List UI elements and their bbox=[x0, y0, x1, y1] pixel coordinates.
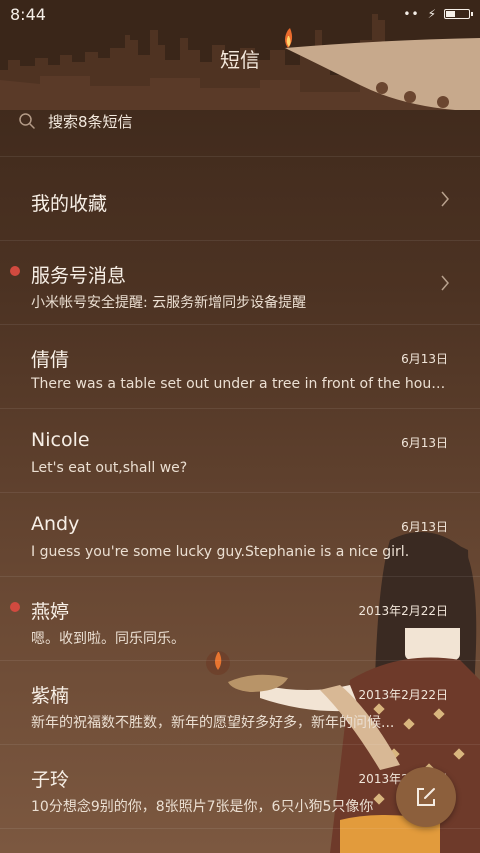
conversation-date: 2013年2月22日 bbox=[358, 604, 448, 618]
conversation-name: 倩倩 bbox=[31, 349, 70, 371]
search-icon bbox=[19, 113, 35, 129]
chevron-right-icon bbox=[441, 191, 449, 207]
conversation-name: 燕婷 bbox=[31, 601, 70, 623]
conversation-row[interactable]: Nicole Let's eat out,shall we? 6月13日 bbox=[0, 409, 480, 493]
conversation-name: Andy bbox=[31, 513, 80, 535]
battery-level bbox=[446, 11, 455, 17]
conversation-date: 2013年2月22日 bbox=[358, 688, 448, 702]
charging-icon: ⚡ bbox=[427, 7, 436, 21]
compose-button[interactable] bbox=[396, 767, 456, 827]
unread-dot bbox=[10, 266, 20, 276]
conversation-date: 6月13日 bbox=[401, 352, 448, 366]
conversation-row[interactable]: 紫楠新年的祝福数不胜数，新年的愿望好多好多，新年的问候... 2013年2月22日 bbox=[0, 661, 480, 745]
conversation-row[interactable]: 我的收藏 bbox=[0, 157, 480, 241]
conversation-row[interactable]: 倩倩 There was a table set out under a tree… bbox=[0, 325, 480, 409]
conversation-row[interactable]: Andy I guess you're some lucky guy.Stepha… bbox=[0, 493, 480, 577]
status-time: 8:44 bbox=[10, 4, 46, 24]
conversation-date: 6月13日 bbox=[401, 520, 448, 534]
compose-icon bbox=[417, 788, 435, 806]
conversation-name: 服务号消息 bbox=[31, 265, 127, 287]
conversation-row[interactable]: 服务号消息小米帐号安全提醒: 云服务新增同步设备提醒 bbox=[0, 241, 480, 325]
conversation-name: 我的收藏 bbox=[31, 193, 108, 215]
more-dots-icon: •• bbox=[403, 7, 420, 21]
conversation-name: 紫楠 bbox=[31, 685, 70, 707]
search-bar[interactable]: 搜索8条短信 bbox=[18, 104, 458, 138]
search-input[interactable]: 搜索8条短信 bbox=[48, 111, 133, 132]
status-icons: •• ⚡ bbox=[403, 7, 473, 21]
conversation-date: 6月13日 bbox=[401, 436, 448, 450]
conversation-preview: 10分想念9别的你，8张照片7张是你，6只小狗5只像你 bbox=[31, 799, 374, 815]
battery-icon bbox=[444, 9, 473, 19]
conversation-preview: I guess you're some lucky guy.Stephanie … bbox=[31, 544, 410, 560]
conversation-name: Nicole bbox=[31, 429, 90, 451]
conversation-preview: Let's eat out,shall we? bbox=[31, 460, 188, 476]
conversation-row[interactable]: 燕婷嗯。收到啦。同乐同乐。 2013年2月22日 bbox=[0, 577, 480, 661]
conversation-preview: 小米帐号安全提醒: 云服务新增同步设备提醒 bbox=[31, 295, 307, 311]
chevron-right-icon bbox=[441, 275, 449, 291]
conversation-list: 我的收藏服务号消息小米帐号安全提醒: 云服务新增同步设备提醒倩倩 There wa… bbox=[0, 157, 480, 829]
conversation-preview: 嗯。收到啦。同乐同乐。 bbox=[31, 631, 185, 647]
conversation-name: 子玲 bbox=[31, 769, 70, 791]
page-title: 短信 bbox=[220, 48, 260, 72]
status-bar: 8:44 •• ⚡ bbox=[0, 0, 480, 28]
messaging-screen: 8:44 •• ⚡ 短信 搜索8条短信 我的收藏 服务号消息 小米帐号安全提醒:… bbox=[0, 0, 480, 853]
conversation-preview: 新年的祝福数不胜数，新年的愿望好多好多，新年的问候... bbox=[31, 715, 395, 731]
conversation-preview: There was a table set out under a tree i… bbox=[31, 376, 451, 392]
unread-dot bbox=[10, 602, 20, 612]
